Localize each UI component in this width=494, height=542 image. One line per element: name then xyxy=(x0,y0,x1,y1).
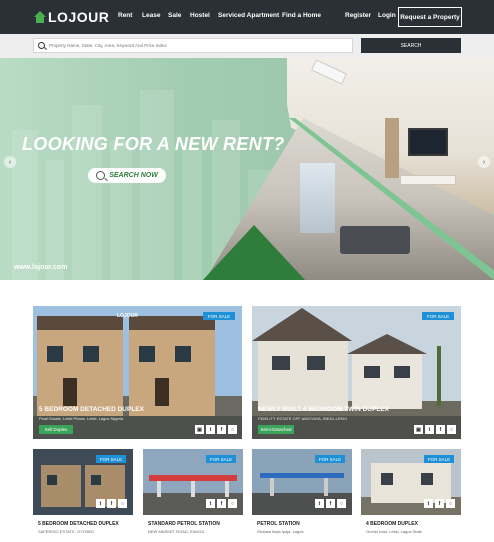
listing-address: SAFERIGO ESTATE, OYO/IBO xyxy=(38,529,94,534)
listing-address: NEW MARKET ROAD, ENUGU xyxy=(148,529,205,534)
house-icon xyxy=(34,11,46,23)
facebook-icon[interactable]: f xyxy=(436,425,445,434)
whatsapp-icon[interactable]: ○ xyxy=(446,499,455,508)
for-sale-badge: FOR SALE xyxy=(315,455,345,463)
login-link[interactable]: Login xyxy=(378,12,396,19)
facebook-icon[interactable]: f xyxy=(435,499,444,508)
listing-card[interactable]: FOR SALE t f ○ xyxy=(33,449,133,515)
search-input[interactable] xyxy=(49,43,339,48)
search-now-button[interactable]: SEARCH NOW xyxy=(88,168,166,183)
featured-listing-card[interactable]: FOR SALE NEWLY BUILT 4 BEDROOM TWIN DUPL… xyxy=(252,306,461,439)
nav-link-lease[interactable]: Lease xyxy=(142,12,160,19)
facebook-icon[interactable]: f xyxy=(217,499,226,508)
search-button[interactable]: SEARCH xyxy=(361,38,461,53)
share-buttons: t f ○ xyxy=(315,499,346,508)
nav-link-hostel[interactable]: Hostel xyxy=(190,12,210,19)
featured-listing-card[interactable]: FOR SALE LOJOUR 5 BEDROOM DETACHED DUPLE… xyxy=(33,306,242,439)
hero-banner: LOOKING FOR A NEW RENT? SEARCH NOW www.l… xyxy=(0,58,494,280)
for-sale-badge: FOR SALE xyxy=(422,312,454,320)
whatsapp-icon[interactable]: ○ xyxy=(118,499,127,508)
share-buttons: t f ○ xyxy=(424,499,455,508)
top-navbar: LOJOUR Rent Lease Sale Hostel Serviced A… xyxy=(0,0,494,34)
carousel-next-arrow[interactable]: › xyxy=(478,156,490,168)
nav-link-serviced-apartment[interactable]: Serviced Apartment xyxy=(218,12,279,19)
brand-logo[interactable]: LOJOUR xyxy=(34,8,109,26)
twitter-icon[interactable]: t xyxy=(96,499,105,508)
for-sale-badge: FOR SALE xyxy=(96,455,126,463)
listing-card[interactable]: FOR SALE t f ○ xyxy=(361,449,461,515)
camera-icon[interactable]: ▣ xyxy=(195,425,204,434)
watermark: LOJOUR xyxy=(117,313,138,319)
twitter-icon[interactable]: t xyxy=(315,499,324,508)
listing-address: Orchid road, Lekki, Lagos State xyxy=(366,529,423,534)
listing-address: Pearl Estate, Lekki Phase, Lekki, Lagos … xyxy=(39,416,124,421)
facebook-icon[interactable]: f xyxy=(326,499,335,508)
for-sale-badge: FOR SALE xyxy=(206,455,236,463)
share-buttons: t f ○ xyxy=(206,499,237,508)
facebook-icon[interactable]: f xyxy=(107,499,116,508)
for-sale-badge: FOR SALE xyxy=(424,455,454,463)
listing-title[interactable]: STANDARD PETROL STATION xyxy=(148,521,220,527)
share-buttons: ▣ t f ○ xyxy=(414,425,456,434)
whatsapp-icon[interactable]: ○ xyxy=(228,425,237,434)
listing-title[interactable]: PETROL STATION xyxy=(257,521,300,527)
listing-title[interactable]: 4 BEDROOM DUPLEX xyxy=(366,521,418,527)
window xyxy=(300,163,335,233)
brand-name: LOJOUR xyxy=(48,9,110,25)
camera-icon[interactable]: ▣ xyxy=(414,425,423,434)
listing-type-pill[interactable]: Sell Duplex xyxy=(39,425,73,434)
request-property-button[interactable]: Request a Property xyxy=(398,7,462,27)
listing-title[interactable]: 5 BEDROOM DETACHED DUPLEX xyxy=(39,406,144,413)
hero-headline: LOOKING FOR A NEW RENT? xyxy=(22,134,285,154)
whatsapp-icon[interactable]: ○ xyxy=(228,499,237,508)
twitter-icon[interactable]: t xyxy=(424,499,433,508)
twitter-icon[interactable]: t xyxy=(206,499,215,508)
tv-image xyxy=(408,128,448,156)
carousel-prev-arrow[interactable]: ‹ xyxy=(4,156,16,168)
for-sale-badge: FOR SALE xyxy=(203,312,235,320)
search-bar: SEARCH xyxy=(0,34,494,58)
search-now-label: SEARCH NOW xyxy=(109,172,158,179)
hero-website-url: www.lojour.com xyxy=(14,264,68,271)
whatsapp-icon[interactable]: ○ xyxy=(447,425,456,434)
search-icon xyxy=(38,42,45,49)
whatsapp-icon[interactable]: ○ xyxy=(337,499,346,508)
search-field[interactable] xyxy=(33,38,353,53)
listing-type-pill[interactable]: Semi-Detached xyxy=(258,425,294,434)
nav-link-find-a-home[interactable]: Find a Home xyxy=(282,12,321,19)
listing-card[interactable]: FOR SALE t f ○ xyxy=(143,449,243,515)
share-buttons: t f ○ xyxy=(96,499,127,508)
listing-card[interactable]: FOR SALE t f ○ xyxy=(252,449,352,515)
listing-address: Otobala Ikeja Ipaja, Lagos xyxy=(257,529,304,534)
wall-shelf xyxy=(385,118,399,178)
twitter-icon[interactable]: t xyxy=(206,425,215,434)
share-buttons: ▣ t f ○ xyxy=(195,425,237,434)
register-link[interactable]: Register xyxy=(345,12,371,19)
listing-title[interactable]: 5 BEDROOM DETACHED DUPLEX xyxy=(38,521,119,527)
sofa xyxy=(340,226,410,254)
twitter-icon[interactable]: t xyxy=(425,425,434,434)
nav-link-sale[interactable]: Sale xyxy=(168,12,181,19)
tv-cabinet xyxy=(400,175,456,185)
listing-title[interactable]: NEWLY BUILT 4 BEDROOM TWIN DUPLEX xyxy=(258,406,389,413)
facebook-icon[interactable]: f xyxy=(217,425,226,434)
search-icon xyxy=(96,171,106,180)
listing-address: FIDELITY ESTATE OFF AWOYAYA, IBEJU-LEKKI xyxy=(258,416,347,421)
nav-link-rent[interactable]: Rent xyxy=(118,12,132,19)
